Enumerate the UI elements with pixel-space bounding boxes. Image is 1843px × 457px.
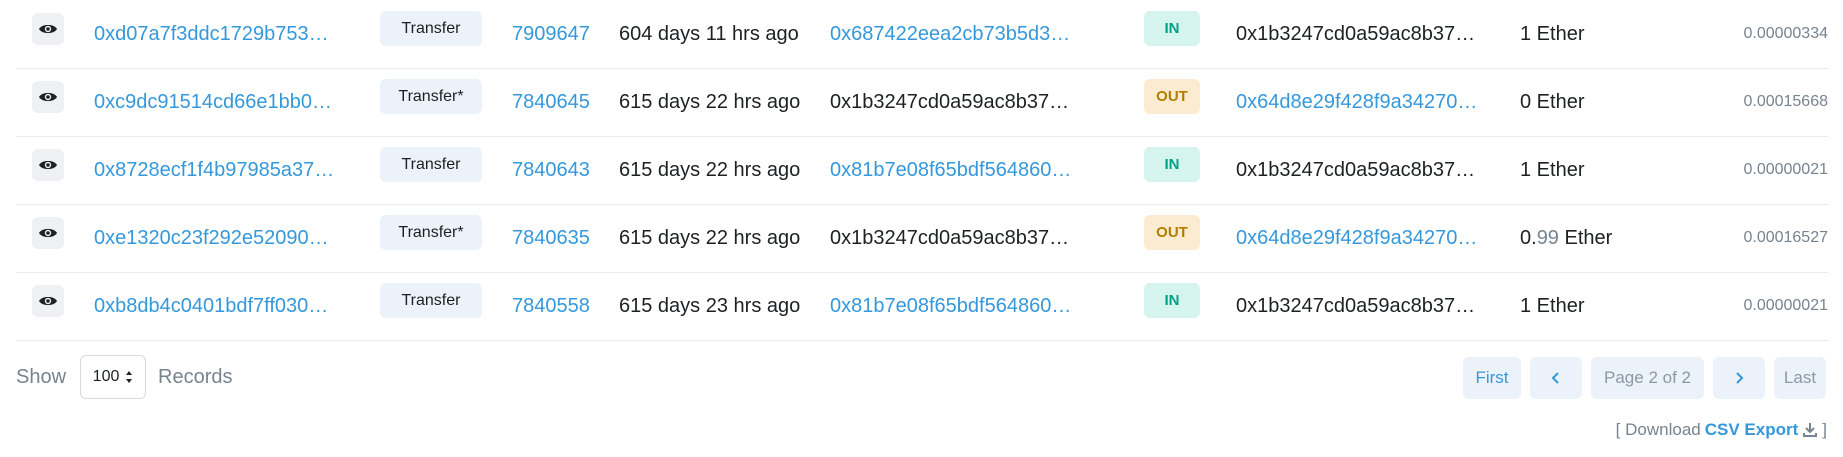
table-row: 0xc9dc91514cd66e1bb0… Transfer* 7840645 615…: [16, 68, 1828, 137]
records-label: Records: [158, 365, 233, 388]
to-address[interactable]: 0x64d8e29f428f9a34270…: [1236, 204, 1477, 272]
tx-value: 1 Ether: [1520, 272, 1584, 340]
page-indicator-text: Page 2 of 2: [1604, 368, 1691, 387]
view-details-button[interactable]: [32, 13, 64, 45]
tx-hash-link[interactable]: 0xb8db4c0401bdf7ff030…: [94, 272, 328, 340]
block-number-link[interactable]: 7840558: [512, 272, 590, 340]
value-decimals: 99: [1536, 226, 1559, 249]
tx-fee: 0.00000334: [1743, 25, 1828, 42]
from-address[interactable]: 0x81b7e08f65bdf564860…: [830, 136, 1071, 204]
eye-icon: [39, 228, 57, 238]
method-badge: Transfer: [380, 283, 482, 318]
value-integer: 1: [1520, 22, 1532, 45]
transactions-panel: 0xd07a7f3ddc1729b753… Transfer 7909647 604 …: [0, 0, 1843, 457]
chevron-right-icon: [1736, 372, 1744, 384]
block-number-link[interactable]: 7840643: [512, 136, 590, 204]
tx-age: 604 days 11 hrs ago: [619, 22, 799, 45]
value-integer: 0: [1520, 90, 1532, 113]
records-per-page-value: 100: [92, 368, 120, 385]
value-unit: Ether: [1531, 294, 1585, 317]
block-number-link[interactable]: 7840635: [512, 204, 590, 272]
table-row: 0xb8db4c0401bdf7ff030… Transfer 7840558 615…: [16, 272, 1828, 341]
from-address: 0x1b3247cd0a59ac8b37…: [830, 90, 1070, 113]
value-integer: 0.: [1520, 226, 1537, 249]
from-address: 0x1b3247cd0a59ac8b37…: [830, 226, 1070, 249]
previous-page-button[interactable]: [1530, 357, 1582, 399]
tx-value: 1 Ether: [1520, 136, 1584, 204]
tx-fee: 0.00016527: [1743, 229, 1828, 246]
last-page-label: Last: [1783, 368, 1817, 387]
to-address: 0x1b3247cd0a59ac8b37…: [1236, 158, 1476, 181]
from-address[interactable]: 0x81b7e08f65bdf564860…: [830, 272, 1071, 340]
tx-age: 615 days 22 hrs ago: [619, 158, 801, 181]
view-details-button[interactable]: [32, 149, 64, 181]
value-unit: Ether: [1558, 226, 1613, 249]
first-page-button[interactable]: First: [1463, 357, 1521, 399]
block-number-link[interactable]: 7909647: [512, 0, 590, 68]
value-unit: Ether: [1531, 158, 1585, 181]
tx-fee: 0.00015668: [1743, 93, 1828, 110]
tx-value: 0. 99 Ether: [1520, 204, 1612, 272]
tx-age: 615 days 22 hrs ago: [619, 90, 801, 113]
eye-icon: [39, 296, 57, 306]
download-icon[interactable]: [1802, 422, 1818, 438]
csv-export-suffix: ]: [1822, 420, 1827, 439]
method-badge: Transfer*: [380, 79, 482, 114]
eye-icon: [39, 160, 57, 170]
next-page-button[interactable]: [1713, 357, 1765, 399]
view-details-button[interactable]: [32, 217, 64, 249]
value-integer: 1: [1520, 294, 1532, 317]
chevron-left-icon: [1551, 372, 1559, 384]
to-address: 0x1b3247cd0a59ac8b37…: [1236, 294, 1476, 317]
direction-badge: IN: [1144, 11, 1200, 46]
tx-value: 1 Ether: [1520, 0, 1584, 68]
direction-badge: IN: [1144, 283, 1200, 318]
table-row: 0xe1320c23f292e52090… Transfer* 7840635 615…: [16, 204, 1828, 273]
page-indicator: Page 2 of 2: [1591, 357, 1704, 399]
records-footer: Show 100 Records: [16, 355, 233, 399]
value-unit: Ether: [1531, 22, 1585, 45]
method-badge: Transfer: [380, 147, 482, 182]
first-page-label: First: [1475, 368, 1509, 387]
tx-hash-link[interactable]: 0xc9dc91514cd66e1bb0…: [94, 68, 332, 136]
value-integer: 1: [1520, 158, 1532, 181]
tx-value: 0 Ether: [1520, 68, 1584, 136]
eye-icon: [39, 24, 57, 34]
updown-icon: [126, 371, 133, 383]
block-number-link[interactable]: 7840645: [512, 68, 590, 136]
view-details-button[interactable]: [32, 285, 64, 317]
csv-export-link[interactable]: CSV Export: [1705, 420, 1799, 440]
direction-badge: IN: [1144, 147, 1200, 182]
tx-fee: 0.00000021: [1743, 297, 1828, 314]
to-address: 0x1b3247cd0a59ac8b37…: [1236, 22, 1476, 45]
table-row: 0xd07a7f3ddc1729b753… Transfer 7909647 604 …: [16, 0, 1828, 69]
method-badge: Transfer*: [380, 215, 482, 250]
tx-fee: 0.00000021: [1743, 161, 1828, 178]
from-address[interactable]: 0x687422eea2cb73b5d3…: [830, 0, 1070, 68]
records-per-page-select[interactable]: 100: [80, 355, 147, 399]
eye-icon: [39, 92, 57, 102]
direction-badge: OUT: [1144, 215, 1200, 250]
show-label: Show: [16, 365, 67, 388]
tx-age: 615 days 22 hrs ago: [619, 226, 801, 249]
direction-badge: OUT: [1144, 79, 1200, 114]
method-badge: Transfer: [380, 11, 482, 46]
tx-hash-link[interactable]: 0xe1320c23f292e52090…: [94, 204, 329, 272]
tx-hash-link[interactable]: 0x8728ecf1f4b97985a37…: [94, 136, 334, 204]
csv-export-bar: [ Download CSV Export ]: [1616, 420, 1827, 440]
value-unit: Ether: [1531, 90, 1585, 113]
tx-age: 615 days 23 hrs ago: [619, 294, 801, 317]
csv-export-prefix: [ Download: [1615, 420, 1701, 439]
last-page-button[interactable]: Last: [1774, 357, 1826, 399]
view-details-button[interactable]: [32, 81, 64, 113]
to-address[interactable]: 0x64d8e29f428f9a34270…: [1236, 68, 1477, 136]
tx-hash-link[interactable]: 0xd07a7f3ddc1729b753…: [94, 0, 329, 68]
table-row: 0x8728ecf1f4b97985a37… Transfer 7840643 615…: [16, 136, 1828, 205]
